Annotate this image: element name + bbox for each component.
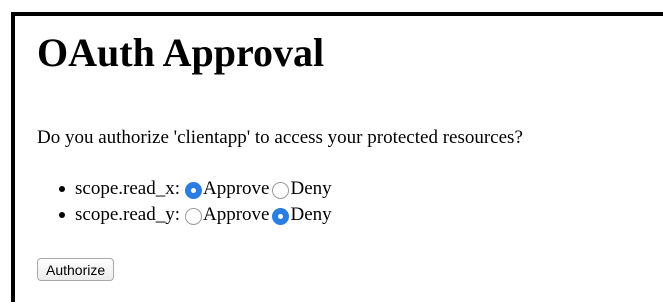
deny-label[interactable]: Deny (290, 178, 331, 200)
scope-name: scope.read_x: (75, 178, 180, 199)
authorization-question: Do you authorize 'clientapp' to access y… (37, 127, 523, 148)
approve-label[interactable]: Approve (203, 178, 269, 200)
approve-radio-read-x[interactable] (184, 181, 202, 199)
deny-radio-read-y[interactable] (272, 207, 290, 225)
scope-name: scope.read_y: (75, 204, 180, 225)
page-frame: OAuth Approval Do you authorize 'clienta… (11, 12, 663, 302)
approve-radio-read-y[interactable] (184, 207, 202, 225)
deny-radio-read-x[interactable] (272, 181, 290, 199)
page-title: OAuth Approval (37, 30, 325, 75)
bullet-icon (59, 212, 65, 218)
deny-label[interactable]: Deny (290, 204, 331, 226)
approve-label[interactable]: Approve (203, 204, 269, 226)
scope-list: scope.read_x: Approve Deny scope.read_y:… (59, 176, 335, 228)
authorize-button[interactable]: Authorize (37, 258, 115, 281)
bullet-icon (59, 186, 65, 192)
scope-item-read-x: scope.read_x: Approve Deny (59, 176, 335, 202)
scope-item-read-y: scope.read_y: Approve Deny (59, 202, 335, 228)
